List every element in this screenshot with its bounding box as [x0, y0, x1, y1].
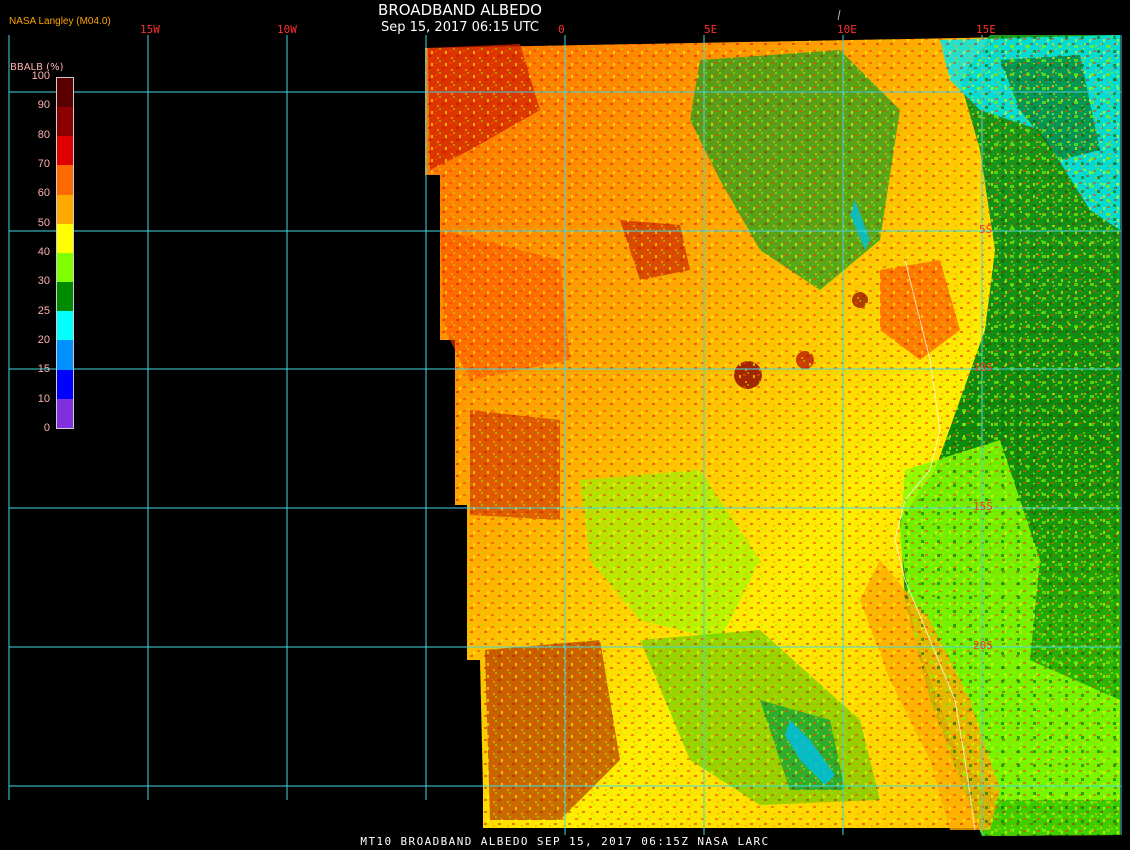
lon-label-10e: 10E — [837, 23, 857, 36]
colorbar-segment — [57, 136, 73, 166]
lat-label-10s: 10S — [973, 361, 993, 374]
colorbar-tick-label: 15 — [37, 363, 50, 376]
colorbar-segment — [57, 282, 73, 312]
lat-label-20s: 20S — [973, 639, 993, 652]
colorbar-tick-label: 30 — [37, 275, 50, 288]
colorbar-segment — [57, 194, 73, 224]
colorbar-tick-label: 20 — [37, 334, 50, 346]
colorbar-segment — [57, 252, 73, 283]
colorbar-segment — [57, 398, 73, 428]
colorbar-tick-label: 100 — [31, 70, 50, 82]
colorbar-segment — [57, 223, 73, 253]
colorbar-tick-label: 80 — [37, 128, 50, 141]
lon-label-5e: 5E — [704, 23, 718, 36]
colorbar-tick-label: 60 — [37, 187, 50, 200]
lat-label-5s: 5S — [979, 223, 993, 236]
colorbar-segment — [57, 369, 73, 399]
lat-label-15s: 15S — [973, 500, 993, 513]
bottom-caption: MT10 BROADBAND ALBEDO SEP 15, 2017 06:15… — [360, 835, 770, 848]
lon-label-10w: 10W — [277, 23, 297, 36]
colorbar-tick-label: 90 — [37, 99, 50, 112]
colorbar-tick-label: 10 — [37, 392, 50, 405]
colorbar-segment — [57, 165, 73, 195]
colorbar-segment — [57, 340, 73, 370]
lon-label-15e: 15E — [976, 23, 996, 36]
colorbar-segment — [57, 107, 73, 137]
colorbar-tick-label: 70 — [37, 158, 50, 170]
lon-label-0: 0 — [558, 23, 565, 36]
colorbar-tick-label: 25 — [37, 304, 50, 317]
colorbar — [56, 77, 74, 429]
colorbar-segment — [57, 311, 73, 341]
albedo-map — [8, 9, 1122, 836]
colorbar-tick-label: 0 — [43, 422, 50, 434]
colorbar-tick-label: 50 — [37, 216, 50, 229]
colorbar-segment — [57, 78, 73, 108]
colorbar-tick-label: 40 — [37, 246, 50, 258]
lon-label-15w: 15W — [140, 23, 160, 36]
map-title: BROADBAND ALBEDO — [378, 1, 542, 19]
